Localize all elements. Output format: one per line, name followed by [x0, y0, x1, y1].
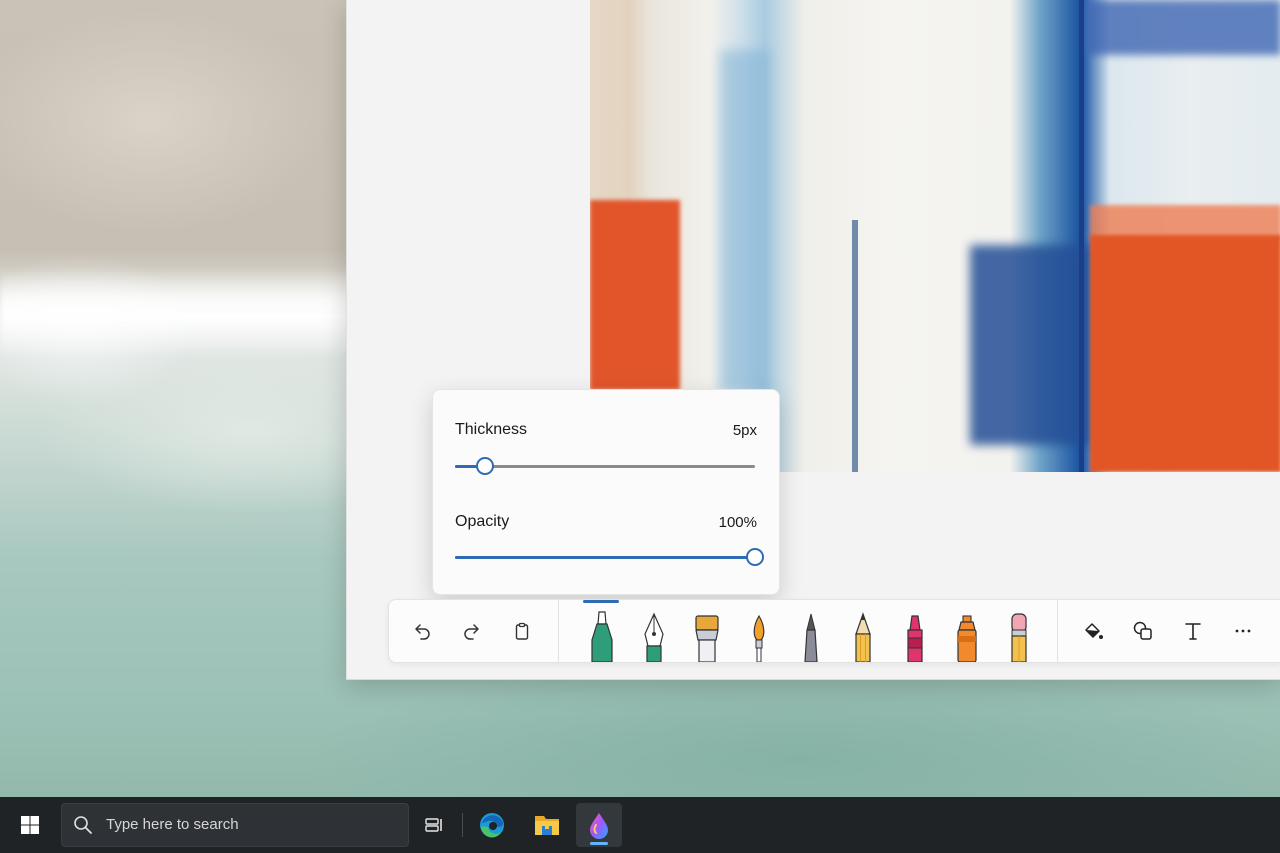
undo-icon — [415, 624, 430, 640]
paint-bucket-icon — [1085, 623, 1103, 639]
taskbar: Type here to search — [0, 797, 1280, 853]
watercolor-brush-icon — [753, 614, 765, 662]
eraser-icon — [1011, 613, 1027, 662]
pencil-icon — [855, 612, 871, 662]
text-button[interactable] — [1173, 610, 1213, 652]
tool-spray-can[interactable] — [945, 602, 989, 662]
search-placeholder: Type here to search — [106, 816, 239, 833]
tool-marker[interactable] — [580, 602, 624, 662]
fine-pen-icon — [804, 613, 818, 662]
artwork-stroke — [1085, 0, 1280, 55]
search-icon — [74, 816, 92, 834]
edge-icon — [480, 813, 504, 838]
opacity-value: 100% — [718, 514, 757, 531]
undo-button[interactable] — [402, 610, 442, 652]
spray-can-icon — [957, 615, 977, 662]
artwork-stroke — [1079, 0, 1084, 472]
brush-settings-popup: Thickness 5px Opacity 100% — [432, 389, 780, 595]
fill-button[interactable] — [1073, 610, 1113, 652]
fresh-paint-button[interactable] — [576, 803, 622, 847]
tool-watercolor-brush[interactable] — [737, 602, 781, 662]
fountain-pen-icon — [644, 612, 664, 662]
clipboard-icon — [515, 622, 529, 640]
taskbar-search-box[interactable]: Type here to search — [61, 803, 409, 847]
paint-brush-icon — [695, 615, 719, 662]
clipboard-button[interactable] — [502, 610, 542, 652]
redo-button[interactable] — [452, 610, 492, 652]
opacity-slider-fill — [455, 556, 755, 559]
taskbar-divider — [462, 813, 463, 837]
paint-drop-icon — [590, 813, 608, 839]
tool-fine-pen[interactable] — [789, 602, 833, 662]
tool-paint-brush[interactable] — [685, 602, 729, 662]
opacity-slider[interactable] — [455, 548, 764, 566]
marker-icon — [591, 611, 613, 662]
folder-icon — [535, 816, 559, 835]
tool-crayon[interactable] — [893, 602, 937, 662]
thickness-slider-thumb[interactable] — [476, 457, 494, 475]
tool-eraser[interactable] — [997, 602, 1041, 662]
artwork-stroke — [852, 220, 858, 472]
artwork-stroke — [720, 50, 770, 390]
thickness-slider[interactable] — [455, 457, 755, 475]
start-button[interactable] — [8, 805, 52, 845]
drawing-toolbar — [388, 599, 1280, 663]
opacity-slider-thumb[interactable] — [746, 548, 764, 566]
artwork-stroke — [590, 200, 680, 390]
redo-icon — [464, 624, 479, 640]
task-view-icon — [425, 818, 442, 832]
toolbar-divider — [1057, 600, 1058, 662]
windows-logo-icon — [21, 816, 39, 834]
task-view-button[interactable] — [411, 803, 457, 847]
shapes-button[interactable] — [1123, 610, 1163, 652]
thickness-label: Thickness — [455, 421, 528, 438]
active-app-indicator — [590, 842, 608, 845]
more-icon — [1235, 629, 1251, 633]
more-button[interactable] — [1223, 610, 1263, 652]
wallpaper-wave-foam — [0, 268, 350, 358]
crayon-icon — [907, 615, 923, 662]
text-icon — [1185, 623, 1201, 640]
tool-pencil[interactable] — [841, 602, 885, 662]
toolbar-divider — [558, 600, 559, 662]
tool-fountain-pen[interactable] — [632, 602, 676, 662]
opacity-label: Opacity — [455, 513, 510, 530]
thickness-value: 5px — [732, 422, 757, 439]
edge-button[interactable] — [469, 803, 515, 847]
artwork-stroke — [1090, 235, 1280, 472]
artwork-stroke — [970, 245, 1090, 445]
file-explorer-button[interactable] — [524, 803, 570, 847]
shapes-icon — [1133, 621, 1152, 640]
